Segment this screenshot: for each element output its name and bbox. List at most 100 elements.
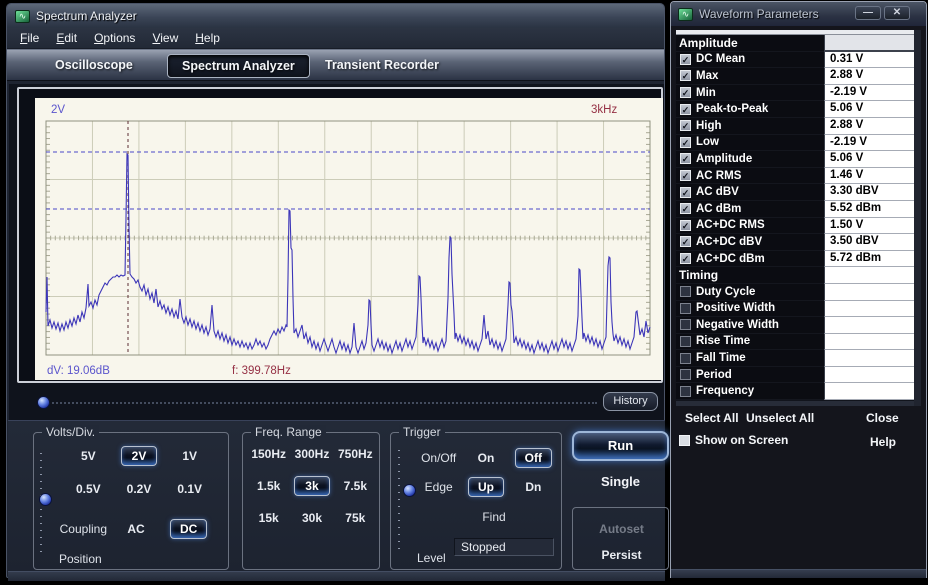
- freq-option-1-5k[interactable]: 1.5k: [257, 479, 280, 493]
- param-label: Amplitude: [679, 35, 738, 50]
- param-checkbox[interactable]: ✓: [680, 136, 691, 148]
- param-value-cell: [824, 333, 914, 351]
- autoset-button[interactable]: Autoset: [573, 522, 670, 536]
- run-button[interactable]: Run: [572, 431, 669, 461]
- freq-option-15k[interactable]: 15k: [259, 511, 279, 525]
- unselect-all-button[interactable]: Unselect All: [746, 411, 814, 425]
- history-button[interactable]: History: [603, 392, 658, 411]
- param-row-rise-time: Rise Time: [676, 333, 914, 351]
- list-vscrollbar[interactable]: [914, 30, 921, 406]
- params-window-title: Waveform Parameters: [699, 7, 819, 21]
- volts-option-1v[interactable]: 1V: [182, 449, 197, 463]
- volts-option-2v[interactable]: 2V: [120, 446, 157, 466]
- param-checkbox[interactable]: [680, 319, 691, 331]
- close-window-button[interactable]: ✕: [884, 6, 910, 20]
- param-row-negative-width: Negative Width: [676, 317, 914, 334]
- trigger-status-field[interactable]: Stopped: [454, 538, 554, 556]
- param-checkbox[interactable]: [680, 286, 691, 298]
- param-row-ac-dc-dbm: ✓ AC+DC dBm 5.72 dBm: [676, 250, 914, 268]
- trigger-edge-dn[interactable]: Dn: [525, 480, 541, 494]
- plot-scrollbar-thumb[interactable]: [37, 396, 50, 409]
- param-checkbox[interactable]: ✓: [680, 53, 691, 65]
- single-button[interactable]: Single: [572, 474, 669, 489]
- menu-edit[interactable]: Edit: [56, 31, 77, 45]
- param-label-cell: ✓ AC RMS: [676, 167, 824, 185]
- volts-option-0-1v[interactable]: 0.1V: [177, 482, 202, 496]
- param-checkbox[interactable]: ✓: [680, 203, 691, 215]
- find-button[interactable]: Find: [459, 510, 529, 524]
- show-on-screen-option[interactable]: Show on Screen: [678, 433, 788, 447]
- param-label-cell: Amplitude: [676, 35, 824, 52]
- param-value-cell: 5.06 V: [824, 101, 914, 118]
- freq-option-75k[interactable]: 75k: [345, 511, 365, 525]
- list-hscrollbar[interactable]: [676, 400, 914, 407]
- param-checkbox[interactable]: ✓: [680, 70, 691, 82]
- freq-grid: 150Hz 300Hz 750Hz 1.5k 3k 7.5k 15k 30k 75k: [247, 444, 377, 528]
- volts-option-5v[interactable]: 5V: [81, 449, 96, 463]
- freq-option-7-5k[interactable]: 7.5k: [344, 479, 367, 493]
- param-row-period: Period: [676, 366, 914, 384]
- param-checkbox[interactable]: [680, 385, 691, 397]
- coupling-option-ac[interactable]: AC: [127, 522, 144, 536]
- param-checkbox[interactable]: [680, 352, 691, 364]
- volts-option-0-5v[interactable]: 0.5V: [76, 482, 101, 496]
- position-slider-thumb[interactable]: [39, 493, 52, 506]
- coupling-option-dc[interactable]: DC: [169, 519, 208, 539]
- tab-oscilloscope[interactable]: Oscilloscope: [55, 58, 133, 72]
- param-checkbox[interactable]: [680, 302, 691, 314]
- frequency-cursor-readout: f: 399.78Hz: [232, 365, 291, 377]
- spectrum-plot[interactable]: 2V 3kHz dV: 19.06dB f: 399.78Hz: [35, 98, 663, 380]
- param-checkbox[interactable]: ✓: [680, 219, 691, 231]
- trigger-edge-up[interactable]: Up: [467, 477, 504, 497]
- trigger-edge-label: Edge: [424, 480, 453, 494]
- trigger-onoff-off[interactable]: Off: [514, 448, 552, 468]
- minimize-button[interactable]: —: [855, 6, 881, 20]
- param-checkbox[interactable]: [680, 369, 691, 381]
- param-checkbox[interactable]: [680, 335, 691, 347]
- menu-help[interactable]: Help: [195, 31, 220, 45]
- param-label-cell: ✓ AC+DC RMS: [676, 217, 824, 235]
- plot-scrollbar-track[interactable]: [41, 402, 597, 404]
- desktop: ∿ Spectrum Analyzer File Edit Options View H…: [0, 0, 928, 585]
- freq-option-3k[interactable]: 3k: [293, 475, 330, 496]
- freq-option-150hz[interactable]: 150Hz: [251, 447, 286, 461]
- param-checkbox[interactable]: ✓: [680, 253, 691, 265]
- menu-bar: File Edit Options View Help: [7, 28, 664, 49]
- param-label: AC+DC dBV: [696, 235, 763, 248]
- param-value-cell: 3.30 dBV: [824, 184, 914, 201]
- main-title-bar[interactable]: ∿ Spectrum Analyzer: [7, 4, 664, 28]
- param-checkbox[interactable]: ✓: [680, 153, 691, 165]
- param-row-fall-time: Fall Time: [676, 350, 914, 367]
- param-label: Period: [696, 368, 732, 381]
- param-row-low: ✓ Low -2.19 V: [676, 134, 914, 152]
- close-button[interactable]: Close: [866, 411, 899, 425]
- tab-transient-recorder[interactable]: Transient Recorder: [325, 58, 439, 72]
- persist-button[interactable]: Persist: [573, 548, 670, 562]
- param-label-cell: Positive Width: [676, 300, 824, 318]
- param-checkbox[interactable]: ✓: [680, 236, 691, 248]
- trigger-onoff-on[interactable]: On: [478, 451, 495, 465]
- menu-view[interactable]: View: [152, 31, 178, 45]
- tab-spectrum-analyzer[interactable]: Spectrum Analyzer: [167, 54, 310, 78]
- param-checkbox[interactable]: ✓: [680, 103, 691, 115]
- freq-span-label: 3kHz: [591, 104, 617, 116]
- select-all-button[interactable]: Select All: [685, 411, 739, 425]
- param-value-cell: [824, 300, 914, 318]
- param-checkbox[interactable]: ✓: [680, 120, 691, 132]
- help-button[interactable]: Help: [870, 435, 896, 449]
- show-on-screen-checkbox[interactable]: [679, 434, 690, 446]
- menu-file[interactable]: File: [20, 31, 39, 45]
- freq-option-300hz[interactable]: 300Hz: [295, 447, 330, 461]
- volts-option-0-2v[interactable]: 0.2V: [127, 482, 152, 496]
- param-label-cell: ✓ High: [676, 117, 824, 135]
- param-checkbox[interactable]: ✓: [680, 186, 691, 198]
- param-checkbox[interactable]: ✓: [680, 170, 691, 182]
- freq-option-30k[interactable]: 30k: [302, 511, 322, 525]
- param-value-cell: 2.88 V: [824, 68, 914, 85]
- menu-options[interactable]: Options: [94, 31, 135, 45]
- param-row-ac-dc-rms: ✓ AC+DC RMS 1.50 V: [676, 217, 914, 235]
- param-checkbox[interactable]: ✓: [680, 87, 691, 99]
- freq-option-750hz[interactable]: 750Hz: [338, 447, 373, 461]
- param-label: AC+DC RMS: [696, 219, 765, 232]
- spectrum-plot-svg: 2V 3kHz dV: 19.06dB f: 399.78Hz: [35, 98, 663, 380]
